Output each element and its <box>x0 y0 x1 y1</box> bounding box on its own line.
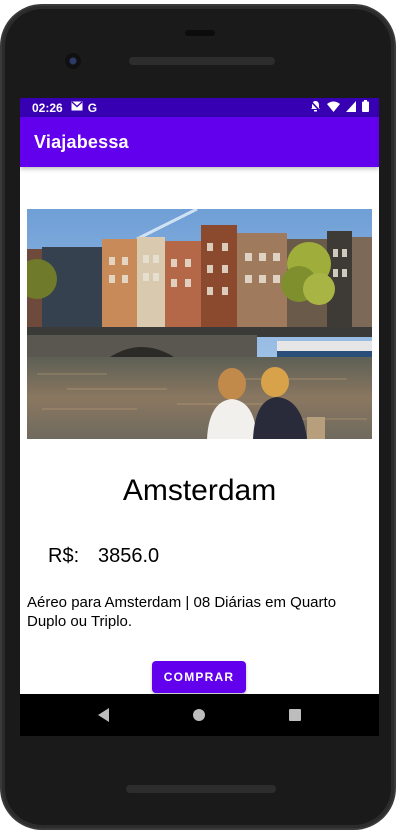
google-icon: G <box>87 100 98 115</box>
app-title: Viajabessa <box>34 131 129 152</box>
price-row: R$: 3856.0 <box>48 545 159 568</box>
price-currency: R$: <box>48 545 80 567</box>
recent-apps-icon[interactable] <box>289 709 301 721</box>
device-screen: 02:26 G Viajabessa Amsterdam R$: 3856.0 … <box>20 98 379 694</box>
destination-image <box>27 209 372 439</box>
status-time: 02:26 <box>32 100 63 115</box>
front-camera <box>65 53 81 69</box>
mail-icon <box>71 101 83 114</box>
package-description: Aéreo para Amsterdam | 08 Diárias em Qua… <box>27 594 337 630</box>
buy-button[interactable]: COMPRAR <box>152 661 246 693</box>
bottom-speaker <box>126 785 276 793</box>
bell-off-icon <box>309 100 322 115</box>
back-icon[interactable] <box>98 708 109 722</box>
battery-icon <box>362 100 369 115</box>
home-icon[interactable] <box>193 709 205 721</box>
package-title: Amsterdam <box>122 474 277 507</box>
signal-icon <box>346 100 356 115</box>
app-bar: Viajabessa <box>20 117 379 167</box>
earpiece-speaker <box>129 57 275 65</box>
price-value: 3856.0 <box>98 545 160 567</box>
status-bar: 02:26 G <box>20 98 379 117</box>
phone-top-slit <box>185 30 215 36</box>
wifi-icon <box>327 101 340 115</box>
amsterdam-photo <box>27 209 372 439</box>
navigation-bar <box>20 694 379 736</box>
